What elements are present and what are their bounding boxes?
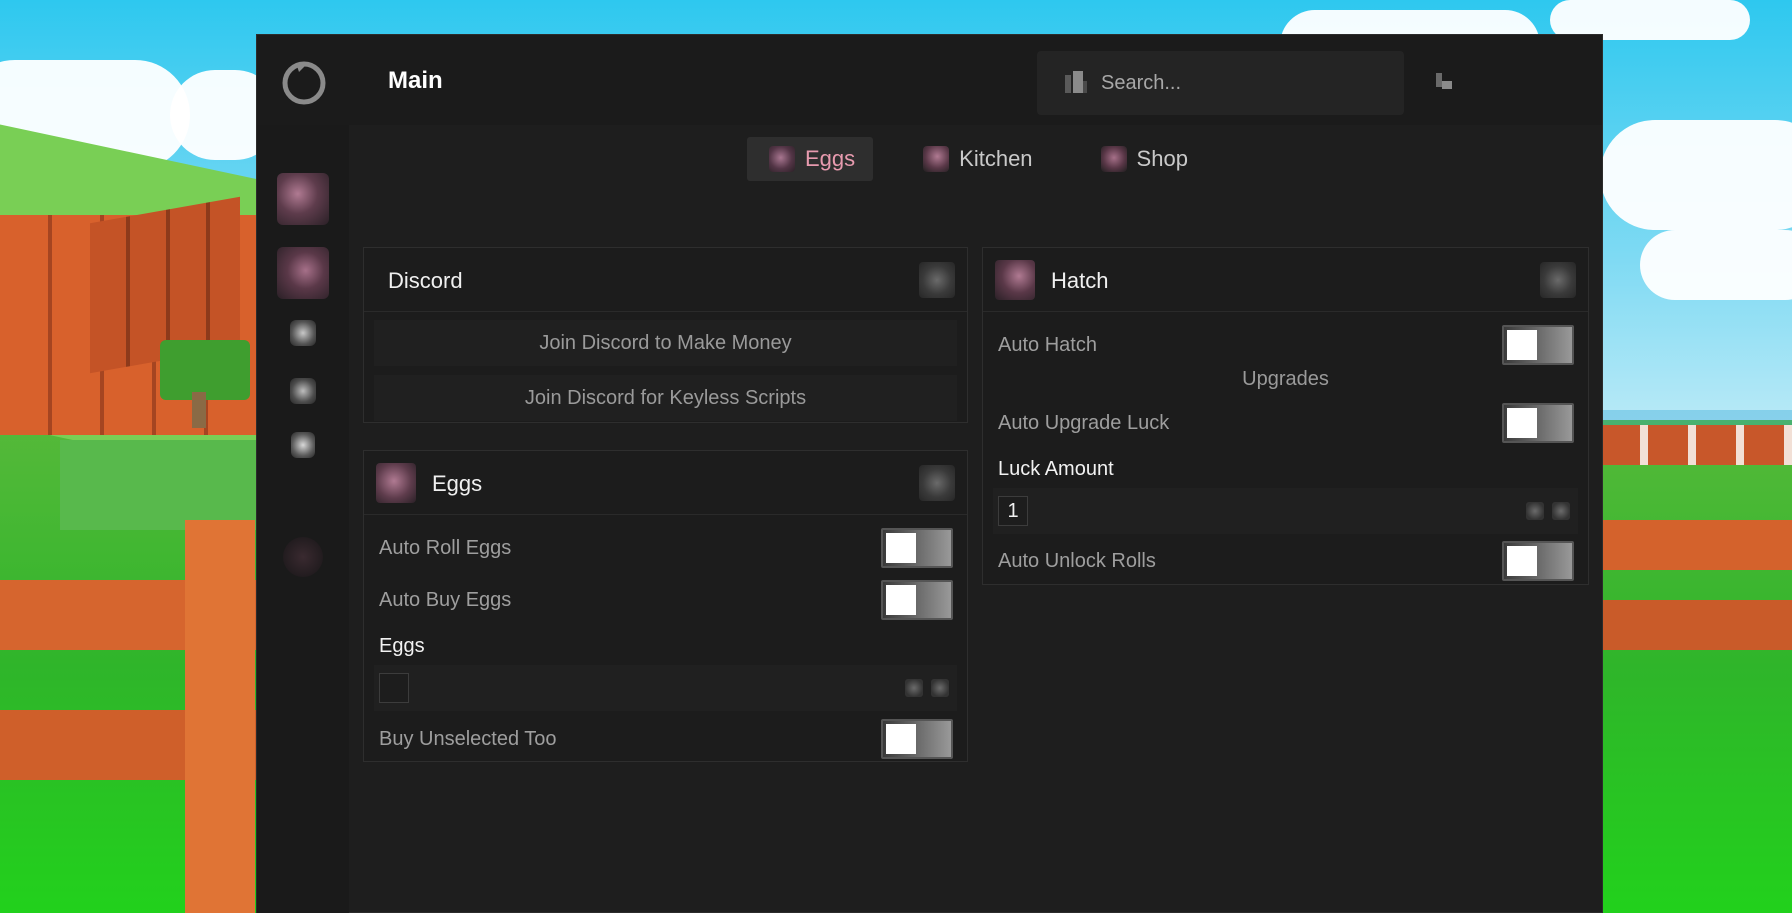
collapse-icon[interactable] — [919, 465, 955, 501]
eggs-dropdown-label: Eggs — [379, 635, 425, 657]
join-discord-keyless-button[interactable]: Join Discord for Keyless Scripts — [374, 375, 957, 421]
sidebar — [257, 125, 349, 913]
auto-buy-eggs-toggle[interactable] — [881, 580, 953, 620]
fence — [1600, 520, 1792, 570]
pet-icon — [277, 173, 329, 225]
info-icon — [291, 432, 315, 458]
window-title: Main — [388, 67, 443, 94]
auto-roll-eggs-label: Auto Roll Eggs — [379, 537, 512, 559]
auto-upgrade-luck-label: Auto Upgrade Luck — [998, 412, 1170, 434]
toggle-knob — [886, 533, 916, 563]
sidebar-item-tools[interactable] — [277, 365, 329, 417]
buy-unselected-label: Buy Unselected Too — [379, 728, 557, 750]
tab-bar: Eggs Kitchen Shop — [747, 137, 1206, 181]
luck-amount-label: Luck Amount — [998, 458, 1114, 480]
luck-amount-dropdown[interactable]: 1 — [993, 488, 1578, 534]
panel-header: Eggs — [364, 451, 967, 515]
hatch-panel: Hatch Auto Hatch Upgrades Auto Upgrade L… — [982, 247, 1589, 585]
panel-header: Discord — [364, 248, 967, 312]
upgrades-section-label: Upgrades — [1242, 368, 1329, 390]
grass-block — [60, 440, 260, 530]
gear-icon — [290, 320, 316, 346]
sidebar-item-info[interactable] — [277, 419, 329, 471]
eggs-panel: Eggs Auto Roll Eggs Auto Buy Eggs Eggs B… — [363, 450, 968, 762]
cloud — [1600, 120, 1792, 230]
minimize-icon[interactable] — [1432, 69, 1456, 93]
search-bar[interactable] — [1037, 51, 1404, 115]
auto-upgrade-luck-toggle[interactable] — [1502, 403, 1574, 443]
fence-post — [185, 520, 255, 913]
egg-icon — [376, 463, 416, 503]
auto-unlock-rolls-toggle[interactable] — [1502, 541, 1574, 581]
sidebar-item-pets[interactable] — [277, 247, 329, 299]
tree-trunk — [192, 392, 206, 428]
hatch-icon — [995, 260, 1035, 300]
tree-canopy — [160, 340, 250, 400]
fence — [1600, 600, 1792, 650]
clear-icon — [931, 679, 949, 697]
toggle-knob — [1507, 330, 1537, 360]
tab-label: Shop — [1136, 146, 1188, 171]
shop-icon — [1100, 146, 1127, 172]
egg-icon — [769, 146, 795, 172]
toggle-knob — [886, 585, 916, 615]
chevron-down-icon — [905, 679, 923, 697]
panel-title: Eggs — [432, 471, 483, 496]
kitchen-icon — [923, 146, 950, 172]
tab-eggs[interactable]: Eggs — [747, 137, 874, 181]
cloud — [1640, 230, 1792, 300]
avatar — [283, 537, 323, 577]
join-discord-money-button[interactable]: Join Discord to Make Money — [374, 320, 957, 366]
toggle-knob — [886, 724, 916, 754]
panel-header: Hatch — [983, 248, 1588, 312]
clear-icon — [1552, 502, 1570, 520]
chevron-down-icon — [1526, 502, 1544, 520]
tab-label: Kitchen — [959, 146, 1033, 171]
auto-roll-eggs-toggle[interactable] — [881, 528, 953, 568]
auto-hatch-toggle[interactable] — [1502, 325, 1574, 365]
collapse-icon[interactable] — [1540, 262, 1576, 298]
script-hub-window: Main Search... Eggs Kitchen Shop Discord… — [256, 34, 1603, 913]
auto-hatch-label: Auto Hatch — [998, 334, 1097, 356]
buy-unselected-toggle[interactable] — [881, 719, 953, 759]
tab-kitchen[interactable]: Kitchen — [901, 137, 1050, 181]
dropdown-value: 1 — [998, 496, 1028, 526]
search-input[interactable] — [1101, 67, 1391, 99]
panel-title: Discord — [388, 268, 463, 293]
collapse-icon[interactable] — [919, 262, 955, 298]
title-bar: Main — [257, 35, 1602, 125]
search-icon — [1065, 71, 1087, 93]
refresh-ring-icon[interactable] — [279, 57, 329, 107]
tab-label: Eggs — [805, 146, 856, 171]
sidebar-item-settings[interactable] — [277, 307, 329, 359]
sidebar-item-user[interactable] — [277, 531, 329, 583]
toggle-knob — [1507, 408, 1537, 438]
panel-title: Hatch — [1051, 268, 1109, 293]
toggle-knob — [1507, 546, 1537, 576]
eggs-dropdown[interactable] — [374, 665, 957, 711]
pet-icon — [277, 247, 329, 299]
tab-shop[interactable]: Shop — [1079, 137, 1206, 181]
discord-panel: Discord Join Discord to Make Money Join … — [363, 247, 968, 423]
auto-buy-eggs-label: Auto Buy Eggs — [379, 589, 512, 611]
wrench-icon — [290, 378, 316, 404]
fence — [1600, 425, 1792, 465]
sidebar-item-main[interactable] — [277, 173, 329, 225]
main-content: Eggs Kitchen Shop Discord Join Discord t… — [349, 125, 1602, 912]
auto-unlock-rolls-label: Auto Unlock Rolls — [998, 550, 1156, 572]
dropdown-value — [379, 673, 409, 703]
